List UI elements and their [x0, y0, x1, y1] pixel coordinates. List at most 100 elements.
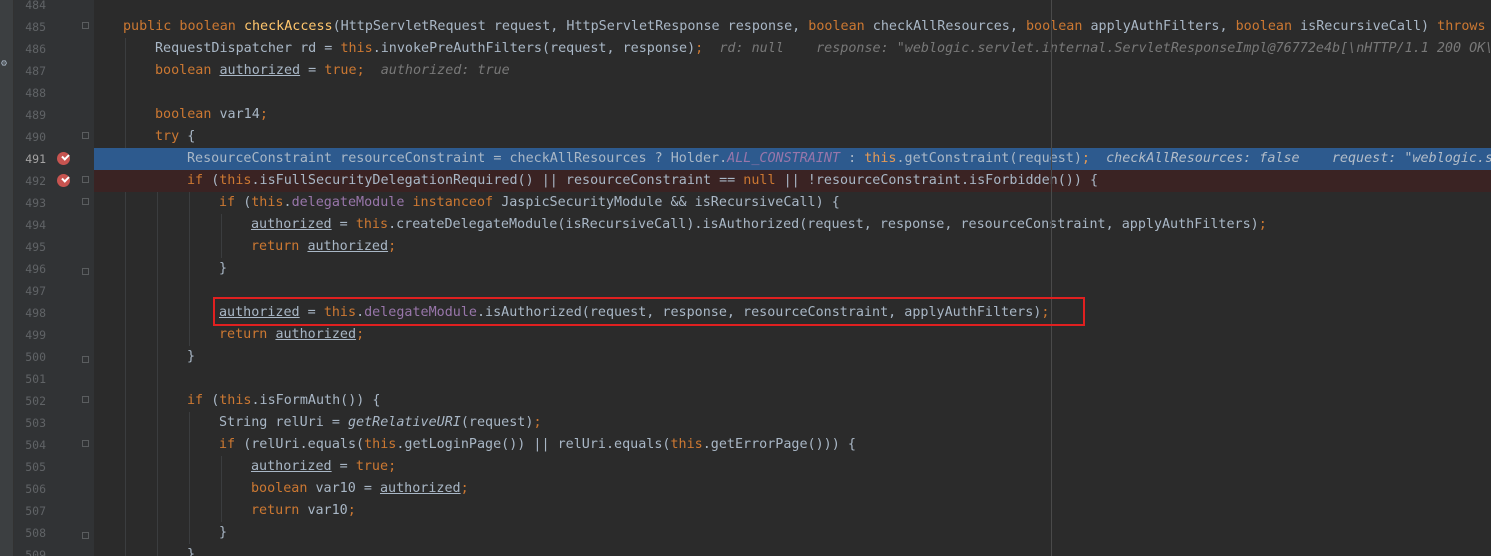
code-line[interactable]: [94, 368, 1491, 390]
line-number: 487: [25, 64, 46, 78]
gutter-line[interactable]: 485: [14, 16, 94, 38]
tool-window-strip: ⚙: [0, 0, 14, 556]
code-text: authorized = this.createDelegateModule(i…: [251, 214, 1267, 236]
fold-expand-icon[interactable]: [82, 396, 89, 403]
gutter-line[interactable]: 506: [14, 478, 94, 500]
gutter-line[interactable]: 491: [14, 148, 94, 170]
code-text: }: [219, 258, 227, 280]
code-token: this: [340, 41, 373, 56]
line-number: 500: [25, 350, 46, 364]
code-text: boolean authorized = true; authorized: t…: [155, 60, 510, 82]
code-line[interactable]: authorized = this.createDelegateModule(i…: [94, 214, 1491, 236]
code-line[interactable]: return authorized;: [94, 236, 1491, 258]
code-token: checkAllResources,: [872, 19, 1026, 34]
code-line[interactable]: try {: [94, 126, 1491, 148]
code-line[interactable]: [94, 82, 1491, 104]
editor-gutter[interactable]: 484 485 486 487 488 489 490 491 492 493 494 495 496 4…: [14, 0, 94, 556]
gutter-line[interactable]: 486: [14, 38, 94, 60]
gutter-line[interactable]: 496: [14, 258, 94, 280]
breakpoint-icon[interactable]: [57, 152, 70, 165]
code-line[interactable]: boolean authorized = true; authorized: t…: [94, 60, 1491, 82]
code-line[interactable]: if (this.delegateModule instanceof Jaspi…: [94, 192, 1491, 214]
fold-expand-icon[interactable]: [82, 22, 89, 29]
code-token: boolean: [808, 19, 873, 34]
code-line[interactable]: boolean var14;: [94, 104, 1491, 126]
code-line[interactable]: String relUri = getRelativeURI(request);: [94, 412, 1491, 434]
gutter-line[interactable]: 494: [14, 214, 94, 236]
code-token: }: [219, 525, 228, 540]
code-text: public boolean checkAccess(HttpServletRe…: [123, 16, 1491, 38]
gutter-line[interactable]: 503: [14, 412, 94, 434]
gutter-line[interactable]: 507: [14, 500, 94, 522]
code-editor[interactable]: ⚙ 484 485 486 487 488 489 490 491 492 493 494 495 49…: [0, 0, 1491, 556]
code-token: || !resourceConstraint.isForbidden()) {: [775, 173, 1099, 188]
breakpoint-icon[interactable]: [57, 174, 70, 187]
gutter-line[interactable]: 488: [14, 82, 94, 104]
code-token: boolean: [155, 107, 220, 122]
breakpoint-line[interactable]: if (this.isFullSecurityDelegationRequire…: [94, 170, 1491, 192]
code-token: if: [187, 393, 212, 408]
gutter-line[interactable]: 493: [14, 192, 94, 214]
code-line[interactable]: public boolean checkAccess(HttpServletRe…: [94, 16, 1491, 38]
gutter-line[interactable]: 500: [14, 346, 94, 368]
code-token: ResourceConstraint resourceConstraint = …: [187, 151, 728, 166]
fold-expand-icon[interactable]: [82, 198, 89, 205]
code-token: null: [743, 173, 776, 188]
code-line[interactable]: return var10;: [94, 500, 1491, 522]
fold-end-icon[interactable]: [82, 356, 89, 363]
code-token: }: [187, 349, 196, 364]
gutter-line[interactable]: 502: [14, 390, 94, 412]
gutter-line[interactable]: 490: [14, 126, 94, 148]
gutter-line[interactable]: 505: [14, 456, 94, 478]
gutter-line[interactable]: 495: [14, 236, 94, 258]
gutter-line[interactable]: 492: [14, 170, 94, 192]
code-line[interactable]: }: [94, 544, 1491, 556]
gutter-line[interactable]: 497: [14, 280, 94, 302]
code-line[interactable]: if (relUri.equals(this.getLoginPage()) |…: [94, 434, 1491, 456]
breakpoint-verified-check-icon: [61, 152, 70, 161]
fold-expand-icon[interactable]: [82, 132, 89, 139]
code-line[interactable]: return authorized;: [94, 324, 1491, 346]
code-token: ;: [1081, 151, 1090, 166]
code-token: true: [324, 63, 357, 78]
code-line[interactable]: }: [94, 258, 1491, 280]
gutter-line[interactable]: 508: [14, 522, 94, 544]
code-line[interactable]: boolean var10 = authorized;: [94, 478, 1491, 500]
structure-icon[interactable]: ⚙: [1, 59, 7, 69]
code-token: authorized: [251, 459, 332, 474]
code-token: if: [187, 173, 212, 188]
code-line[interactable]: authorized = true;: [94, 456, 1491, 478]
fold-expand-icon[interactable]: [82, 440, 89, 447]
code-line[interactable]: [94, 0, 1491, 16]
inline-debug-value: authorized: true: [364, 63, 510, 78]
gutter-line[interactable]: 498: [14, 302, 94, 324]
code-token: this: [219, 173, 252, 188]
code-text: }: [219, 522, 227, 544]
code-line[interactable]: }: [94, 522, 1491, 544]
code-token: {: [187, 129, 196, 144]
code-token: throws: [1437, 19, 1491, 34]
gutter-line[interactable]: 484: [14, 0, 94, 16]
code-token: this: [355, 217, 389, 232]
gutter-line[interactable]: 487: [14, 60, 94, 82]
code-token: boolean: [1235, 19, 1301, 34]
line-number: 505: [25, 460, 46, 474]
gutter-line[interactable]: 499: [14, 324, 94, 346]
fold-end-icon[interactable]: [82, 268, 89, 275]
code-line[interactable]: RequestDispatcher rd = this.invokePreAut…: [94, 38, 1491, 60]
code-token: .getConstraint(request): [896, 151, 1082, 166]
gutter-line[interactable]: 489: [14, 104, 94, 126]
code-token: ;: [533, 415, 542, 430]
code-text: ResourceConstraint resourceConstraint = …: [187, 148, 1491, 170]
fold-expand-icon[interactable]: [82, 176, 89, 183]
code-token: String relUri =: [219, 415, 348, 430]
execution-point-line[interactable]: ResourceConstraint resourceConstraint = …: [94, 148, 1491, 170]
gutter-line[interactable]: 501: [14, 368, 94, 390]
gutter-line[interactable]: 509: [14, 544, 94, 556]
code-token: .getErrorPage())) {: [702, 437, 856, 452]
code-line[interactable]: }: [94, 346, 1491, 368]
fold-end-icon[interactable]: [82, 532, 89, 539]
code-line[interactable]: if (this.isFormAuth()) {: [94, 390, 1491, 412]
gutter-line[interactable]: 504: [14, 434, 94, 456]
code-token: (relUri.equals(: [243, 437, 365, 452]
